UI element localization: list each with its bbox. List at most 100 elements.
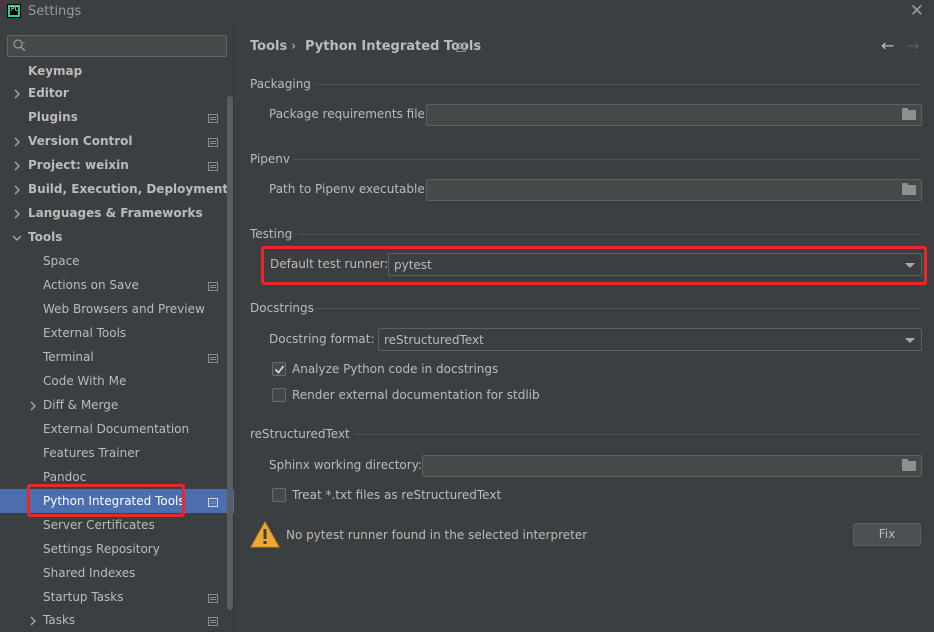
project-level-icon: [208, 498, 218, 507]
sidebar-scrollbar[interactable]: [227, 96, 233, 610]
sidebar-item-web-browsers[interactable]: Web Browsers and Preview: [0, 298, 226, 322]
sidebar-item-label: Settings Repository: [43, 542, 160, 556]
section-divider: [297, 234, 920, 235]
sidebar-item-plugins[interactable]: Plugins: [0, 106, 226, 130]
sidebar-item-server-certificates[interactable]: Server Certificates: [0, 514, 226, 538]
forward-arrow-icon[interactable]: →: [906, 36, 919, 55]
sidebar-item-terminal[interactable]: Terminal: [0, 346, 226, 370]
breadcrumb-parent[interactable]: Tools: [250, 39, 287, 54]
highlight-annotation: [27, 484, 185, 517]
chevron-right-icon[interactable]: [12, 161, 22, 171]
window-title: Settings: [28, 4, 82, 19]
sidebar-item-label: Startup Tasks: [43, 590, 124, 604]
warning-message: No pytest runner found in the selected i…: [286, 528, 588, 542]
sidebar-item-external-tools[interactable]: External Tools: [0, 322, 226, 346]
docstring-format-dropdown[interactable]: reStructuredText: [378, 328, 922, 351]
section-divider: [353, 434, 920, 435]
test-runner-value: pytest: [394, 258, 432, 272]
sidebar-item-label: Web Browsers and Preview: [43, 302, 205, 316]
project-level-icon: [456, 43, 466, 52]
sidebar-item-label: Diff & Merge: [43, 398, 119, 412]
title-bar: PC Settings ✕: [0, 0, 934, 24]
warning-icon: [250, 521, 280, 548]
sphinx-dir-label: Sphinx working directory:: [269, 458, 422, 472]
close-icon[interactable]: ✕: [910, 1, 924, 21]
sidebar-item-label: Space: [43, 254, 80, 268]
sidebar-item-diff-merge[interactable]: Diff & Merge: [0, 394, 226, 418]
section-title-packaging: Packaging: [250, 77, 311, 91]
logo-text: PC: [11, 6, 19, 13]
settings-content: Tools › Python Integrated Tools ← → Pack…: [235, 24, 934, 632]
project-level-icon: [208, 282, 218, 291]
chevron-right-icon[interactable]: [12, 209, 22, 219]
folder-icon[interactable]: [902, 459, 916, 471]
settings-sidebar: Keymap Editor Plugins Version Control Pr…: [0, 24, 234, 632]
section-title-restructuredtext: reStructuredText: [250, 427, 350, 441]
package-requirements-label: Package requirements file:: [269, 107, 429, 121]
sidebar-item-startup-tasks[interactable]: Startup Tasks: [0, 586, 226, 610]
sphinx-dir-field[interactable]: [422, 455, 922, 477]
chevron-right-icon[interactable]: [12, 137, 22, 147]
section-divider: [293, 159, 920, 160]
section-title-pipenv: Pipenv: [250, 152, 291, 166]
sidebar-item-editor[interactable]: Editor: [0, 82, 226, 106]
checkmark-icon: [274, 365, 285, 374]
analyze-docstrings-label[interactable]: Analyze Python code in docstrings: [292, 362, 498, 376]
dropdown-arrow-icon: [905, 263, 915, 268]
sidebar-item-label: Pandoc: [43, 470, 87, 484]
sidebar-item-settings-repository[interactable]: Settings Repository: [0, 538, 226, 562]
sidebar-item-code-with-me[interactable]: Code With Me: [0, 370, 226, 394]
test-runner-label: Default test runner:: [270, 257, 389, 271]
analyze-docstrings-checkbox[interactable]: [272, 362, 286, 376]
treat-txt-rst-label[interactable]: Treat *.txt files as reStructuredText: [292, 488, 501, 502]
chevron-right-icon[interactable]: [28, 401, 38, 411]
chevron-right-icon[interactable]: [28, 616, 38, 626]
folder-icon[interactable]: [902, 183, 916, 195]
search-input[interactable]: [7, 35, 227, 57]
treat-txt-rst-checkbox[interactable]: [272, 488, 286, 502]
project-level-icon: [208, 138, 218, 147]
sidebar-item-actions-on-save[interactable]: Actions on Save: [0, 274, 226, 298]
dropdown-arrow-icon: [905, 338, 915, 343]
sidebar-item-label: Features Trainer: [43, 446, 140, 460]
project-level-icon: [208, 617, 218, 626]
sidebar-item-external-docs[interactable]: External Documentation: [0, 418, 226, 442]
sidebar-item-shared-indexes[interactable]: Shared Indexes: [0, 562, 226, 586]
docstring-format-value: reStructuredText: [384, 333, 484, 347]
test-runner-dropdown[interactable]: pytest: [388, 253, 922, 276]
fix-button[interactable]: Fix: [853, 523, 921, 546]
sidebar-item-keymap[interactable]: Keymap: [0, 60, 226, 84]
chevron-down-icon[interactable]: [12, 233, 22, 243]
package-requirements-field[interactable]: [426, 104, 922, 126]
sidebar-item-languages[interactable]: Languages & Frameworks: [0, 202, 226, 226]
project-level-icon: [208, 162, 218, 171]
project-level-icon: [208, 114, 218, 123]
sidebar-item-label: Plugins: [28, 110, 78, 124]
sidebar-item-build[interactable]: Build, Execution, Deployment: [0, 178, 228, 202]
sidebar-item-label: Tools: [28, 230, 63, 244]
sidebar-item-label: Actions on Save: [43, 278, 139, 292]
sidebar-item-label: Version Control: [28, 134, 133, 148]
breadcrumb-separator: ›: [291, 39, 297, 54]
sidebar-item-label: External Tools: [43, 326, 127, 340]
pipenv-path-label: Path to Pipenv executable:: [269, 182, 429, 196]
back-arrow-icon[interactable]: ←: [881, 36, 894, 55]
pipenv-path-field[interactable]: [426, 179, 922, 201]
sidebar-item-space[interactable]: Space: [0, 250, 226, 274]
pycharm-logo-icon: PC: [7, 4, 21, 18]
chevron-right-icon[interactable]: [12, 185, 22, 195]
sidebar-item-version-control[interactable]: Version Control: [0, 130, 226, 154]
render-stdlib-docs-label[interactable]: Render external documentation for stdlib: [292, 388, 540, 402]
sidebar-item-features-trainer[interactable]: Features Trainer: [0, 442, 226, 466]
chevron-right-icon[interactable]: [12, 89, 22, 99]
section-title-docstrings: Docstrings: [250, 301, 314, 315]
render-stdlib-docs-checkbox[interactable]: [272, 388, 286, 402]
folder-icon[interactable]: [902, 108, 916, 120]
sidebar-item-tasks[interactable]: Tasks: [0, 609, 226, 632]
sidebar-item-project[interactable]: Project: weixin: [0, 154, 226, 178]
sidebar-item-label: Terminal: [43, 350, 94, 364]
sidebar-item-tools[interactable]: Tools: [0, 226, 226, 250]
sidebar-item-label: Server Certificates: [43, 518, 155, 532]
sidebar-item-label: Languages & Frameworks: [28, 206, 203, 220]
page-title: Python Integrated Tools: [305, 39, 482, 54]
